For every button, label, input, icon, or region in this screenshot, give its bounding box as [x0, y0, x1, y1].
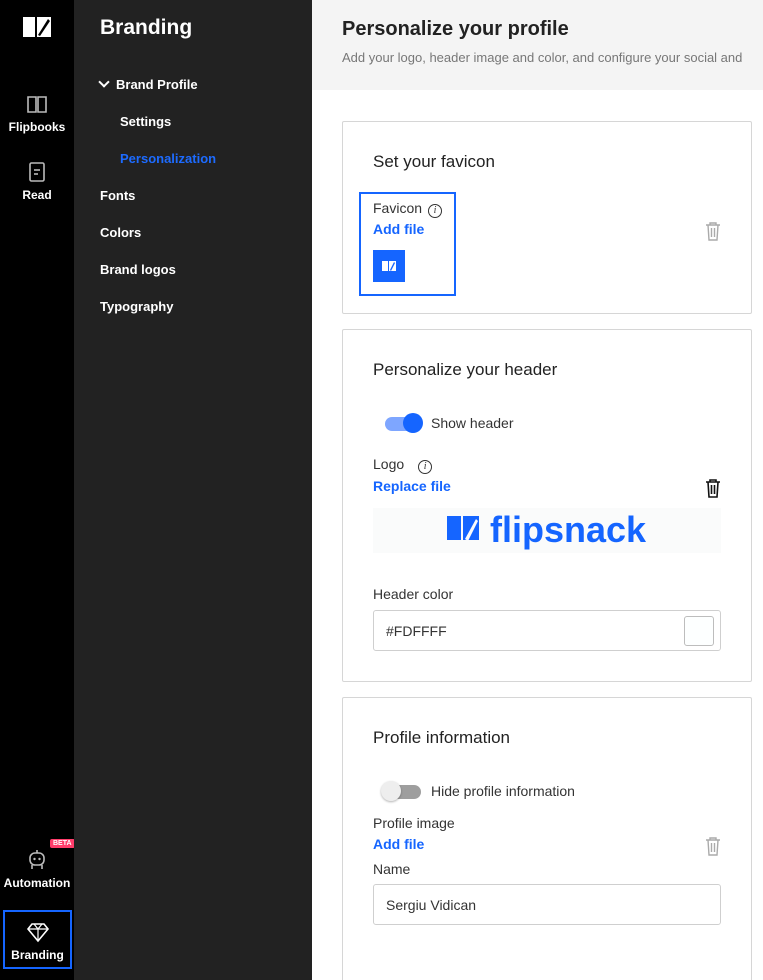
name-input[interactable]: Sergiu Vidican	[373, 884, 721, 925]
main-content: Personalize your profile Add your logo, …	[312, 0, 763, 980]
header-color-input[interactable]: #FDFFFF	[373, 610, 721, 651]
sidebar-title: Branding	[100, 16, 193, 39]
header-color-swatch[interactable]	[684, 616, 714, 646]
rail-item-label: Branding	[11, 948, 64, 962]
favicon-label-text: Favicon	[373, 200, 423, 216]
branding-sidebar: Branding Brand Profile Settings Personal…	[74, 0, 312, 980]
hide-profile-toggle[interactable]	[381, 781, 421, 801]
show-header-toggle[interactable]	[385, 413, 423, 433]
rail-item-automation[interactable]: Automation	[0, 848, 74, 890]
info-icon[interactable]: i	[418, 460, 433, 474]
header-card: Personalize your header Show header Logo…	[342, 329, 752, 682]
card-title: Set your favicon	[373, 152, 495, 171]
logo-label: Logo i	[373, 456, 433, 474]
sidebar-item-settings[interactable]: Settings	[120, 114, 171, 129]
logo-preview: flipsnack	[373, 508, 721, 553]
sidebar-item-fonts[interactable]: Fonts	[100, 188, 135, 203]
header-color-label: Header color	[373, 586, 454, 602]
info-icon[interactable]: i	[428, 204, 443, 218]
delete-logo-trash-icon[interactable]	[705, 478, 721, 498]
page-header: Personalize your profile Add your logo, …	[312, 0, 763, 90]
card-title: Profile information	[373, 728, 511, 747]
sidebar-item-brand-logos[interactable]: Brand logos	[100, 262, 176, 277]
sidebar-item-brand-profile[interactable]: Brand Profile	[98, 76, 198, 92]
beta-badge: BETA	[50, 839, 75, 848]
sidebar-item-colors[interactable]: Colors	[100, 225, 141, 240]
rail-item-label: Flipbooks	[8, 120, 66, 134]
name-value: Sergiu Vidican	[386, 897, 477, 913]
rail-item-read[interactable]: Read	[0, 160, 74, 202]
toggle-knob	[381, 781, 401, 801]
card-title: Personalize your header	[373, 360, 558, 379]
delete-profile-image-trash-icon[interactable]	[705, 836, 721, 856]
rail-item-label: Automation	[3, 876, 71, 890]
profile-card: Profile information Hide profile informa…	[342, 697, 752, 980]
flipsnack-favicon-icon	[382, 261, 396, 271]
rail-item-branding[interactable]: Branding	[3, 910, 72, 969]
logo-wordmark: flipsnack	[490, 509, 647, 550]
read-doc-icon	[29, 162, 45, 182]
chevron-down-icon	[98, 76, 110, 88]
flipsnack-logo-icon[interactable]	[21, 14, 53, 40]
profile-image-label: Profile image	[373, 815, 455, 831]
favicon-add-file-link[interactable]: Add file	[373, 221, 424, 237]
app-rail: Flipbooks Read BETA Automation Branding	[0, 0, 75, 980]
show-header-label: Show header	[431, 415, 514, 431]
favicon-label: Favicon i	[373, 200, 443, 218]
diamond-icon	[26, 923, 49, 943]
rail-item-label: Read	[22, 188, 52, 202]
favicon-thumbnail	[373, 250, 405, 282]
page-subtitle: Add your logo, header image and color, a…	[342, 50, 743, 65]
sidebar-item-personalization[interactable]: Personalization	[120, 151, 216, 166]
header-color-value: #FDFFFF	[386, 623, 447, 639]
rail-item-flipbooks[interactable]: Flipbooks	[0, 92, 74, 134]
page-title: Personalize your profile	[342, 18, 569, 40]
favicon-card: Set your favicon Favicon i Add file	[342, 121, 752, 314]
hide-profile-label: Hide profile information	[431, 783, 575, 799]
logo-label-text: Logo	[373, 456, 405, 472]
profile-image-add-file-link[interactable]: Add file	[373, 836, 424, 852]
delete-favicon-trash-icon[interactable]	[705, 221, 721, 241]
sidebar-item-typography[interactable]: Typography	[100, 299, 173, 314]
toggle-knob	[403, 413, 423, 433]
flipsnack-logo-preview: flipsnack	[447, 509, 647, 550]
robot-icon	[29, 850, 45, 869]
name-label: Name	[373, 861, 411, 877]
sidebar-item-label: Brand Profile	[116, 77, 198, 92]
book-open-icon	[27, 96, 47, 113]
replace-logo-link[interactable]: Replace file	[373, 478, 451, 494]
